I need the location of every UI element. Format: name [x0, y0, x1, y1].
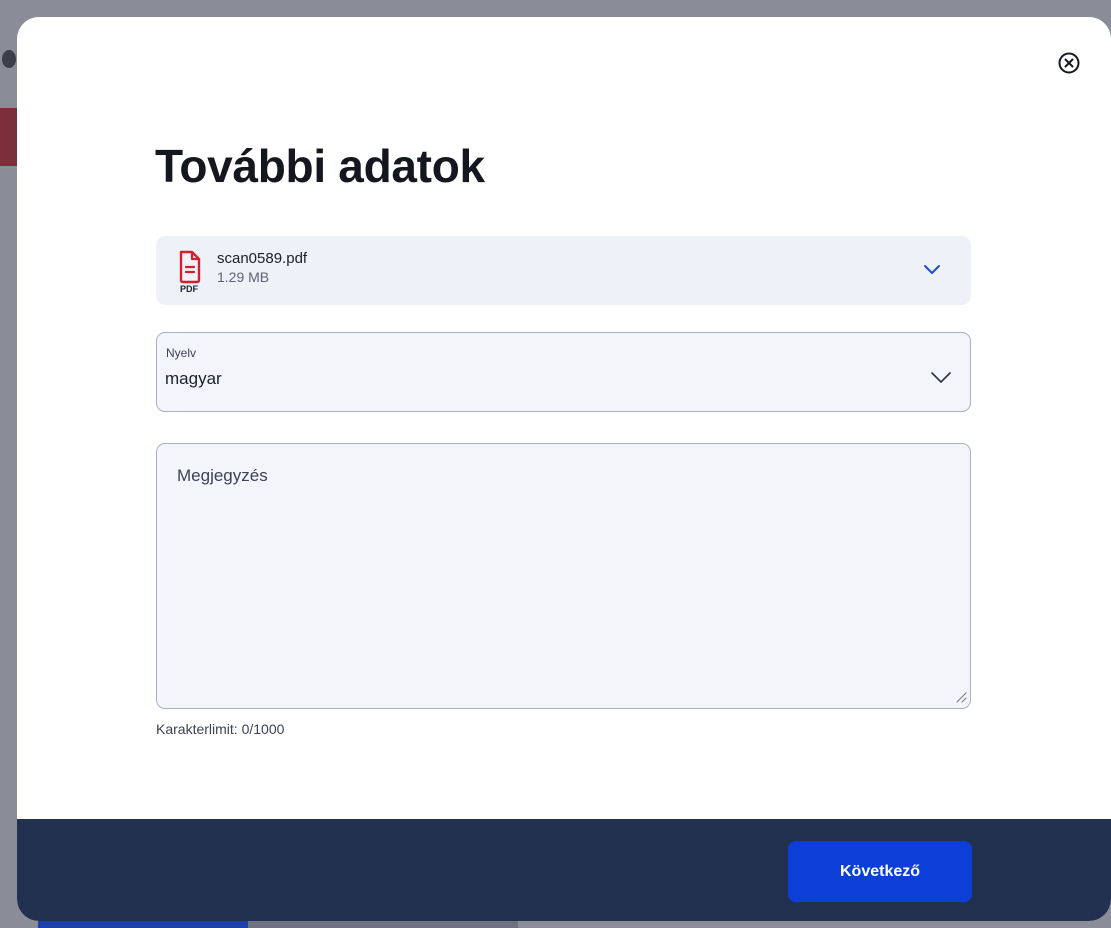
file-size: 1.29 MB — [217, 269, 270, 285]
next-button[interactable]: Következő — [788, 841, 972, 902]
language-label: Nyelv — [166, 346, 197, 360]
close-circle-icon — [1058, 52, 1080, 74]
file-item[interactable]: PDF scan0589.pdf 1.29 MB — [156, 236, 971, 305]
resize-handle-icon[interactable] — [955, 691, 967, 703]
additional-data-modal: További adatok PDF scan0589.pdf 1.29 MB … — [17, 17, 1111, 921]
file-type-label: PDF — [180, 284, 198, 294]
note-textarea[interactable] — [156, 443, 971, 709]
language-select[interactable]: Nyelv magyar — [156, 332, 971, 412]
language-value: magyar — [165, 369, 222, 388]
background-element — [2, 50, 16, 68]
chevron-down-icon[interactable] — [921, 261, 943, 277]
character-limit: Karakterlimit: 0/1000 — [156, 721, 285, 737]
chevron-down-icon — [931, 372, 951, 383]
modal-title: További adatok — [155, 140, 485, 192]
modal-footer: Következő — [17, 819, 1111, 921]
close-button[interactable] — [1057, 51, 1081, 75]
file-name: scan0589.pdf — [217, 250, 308, 267]
